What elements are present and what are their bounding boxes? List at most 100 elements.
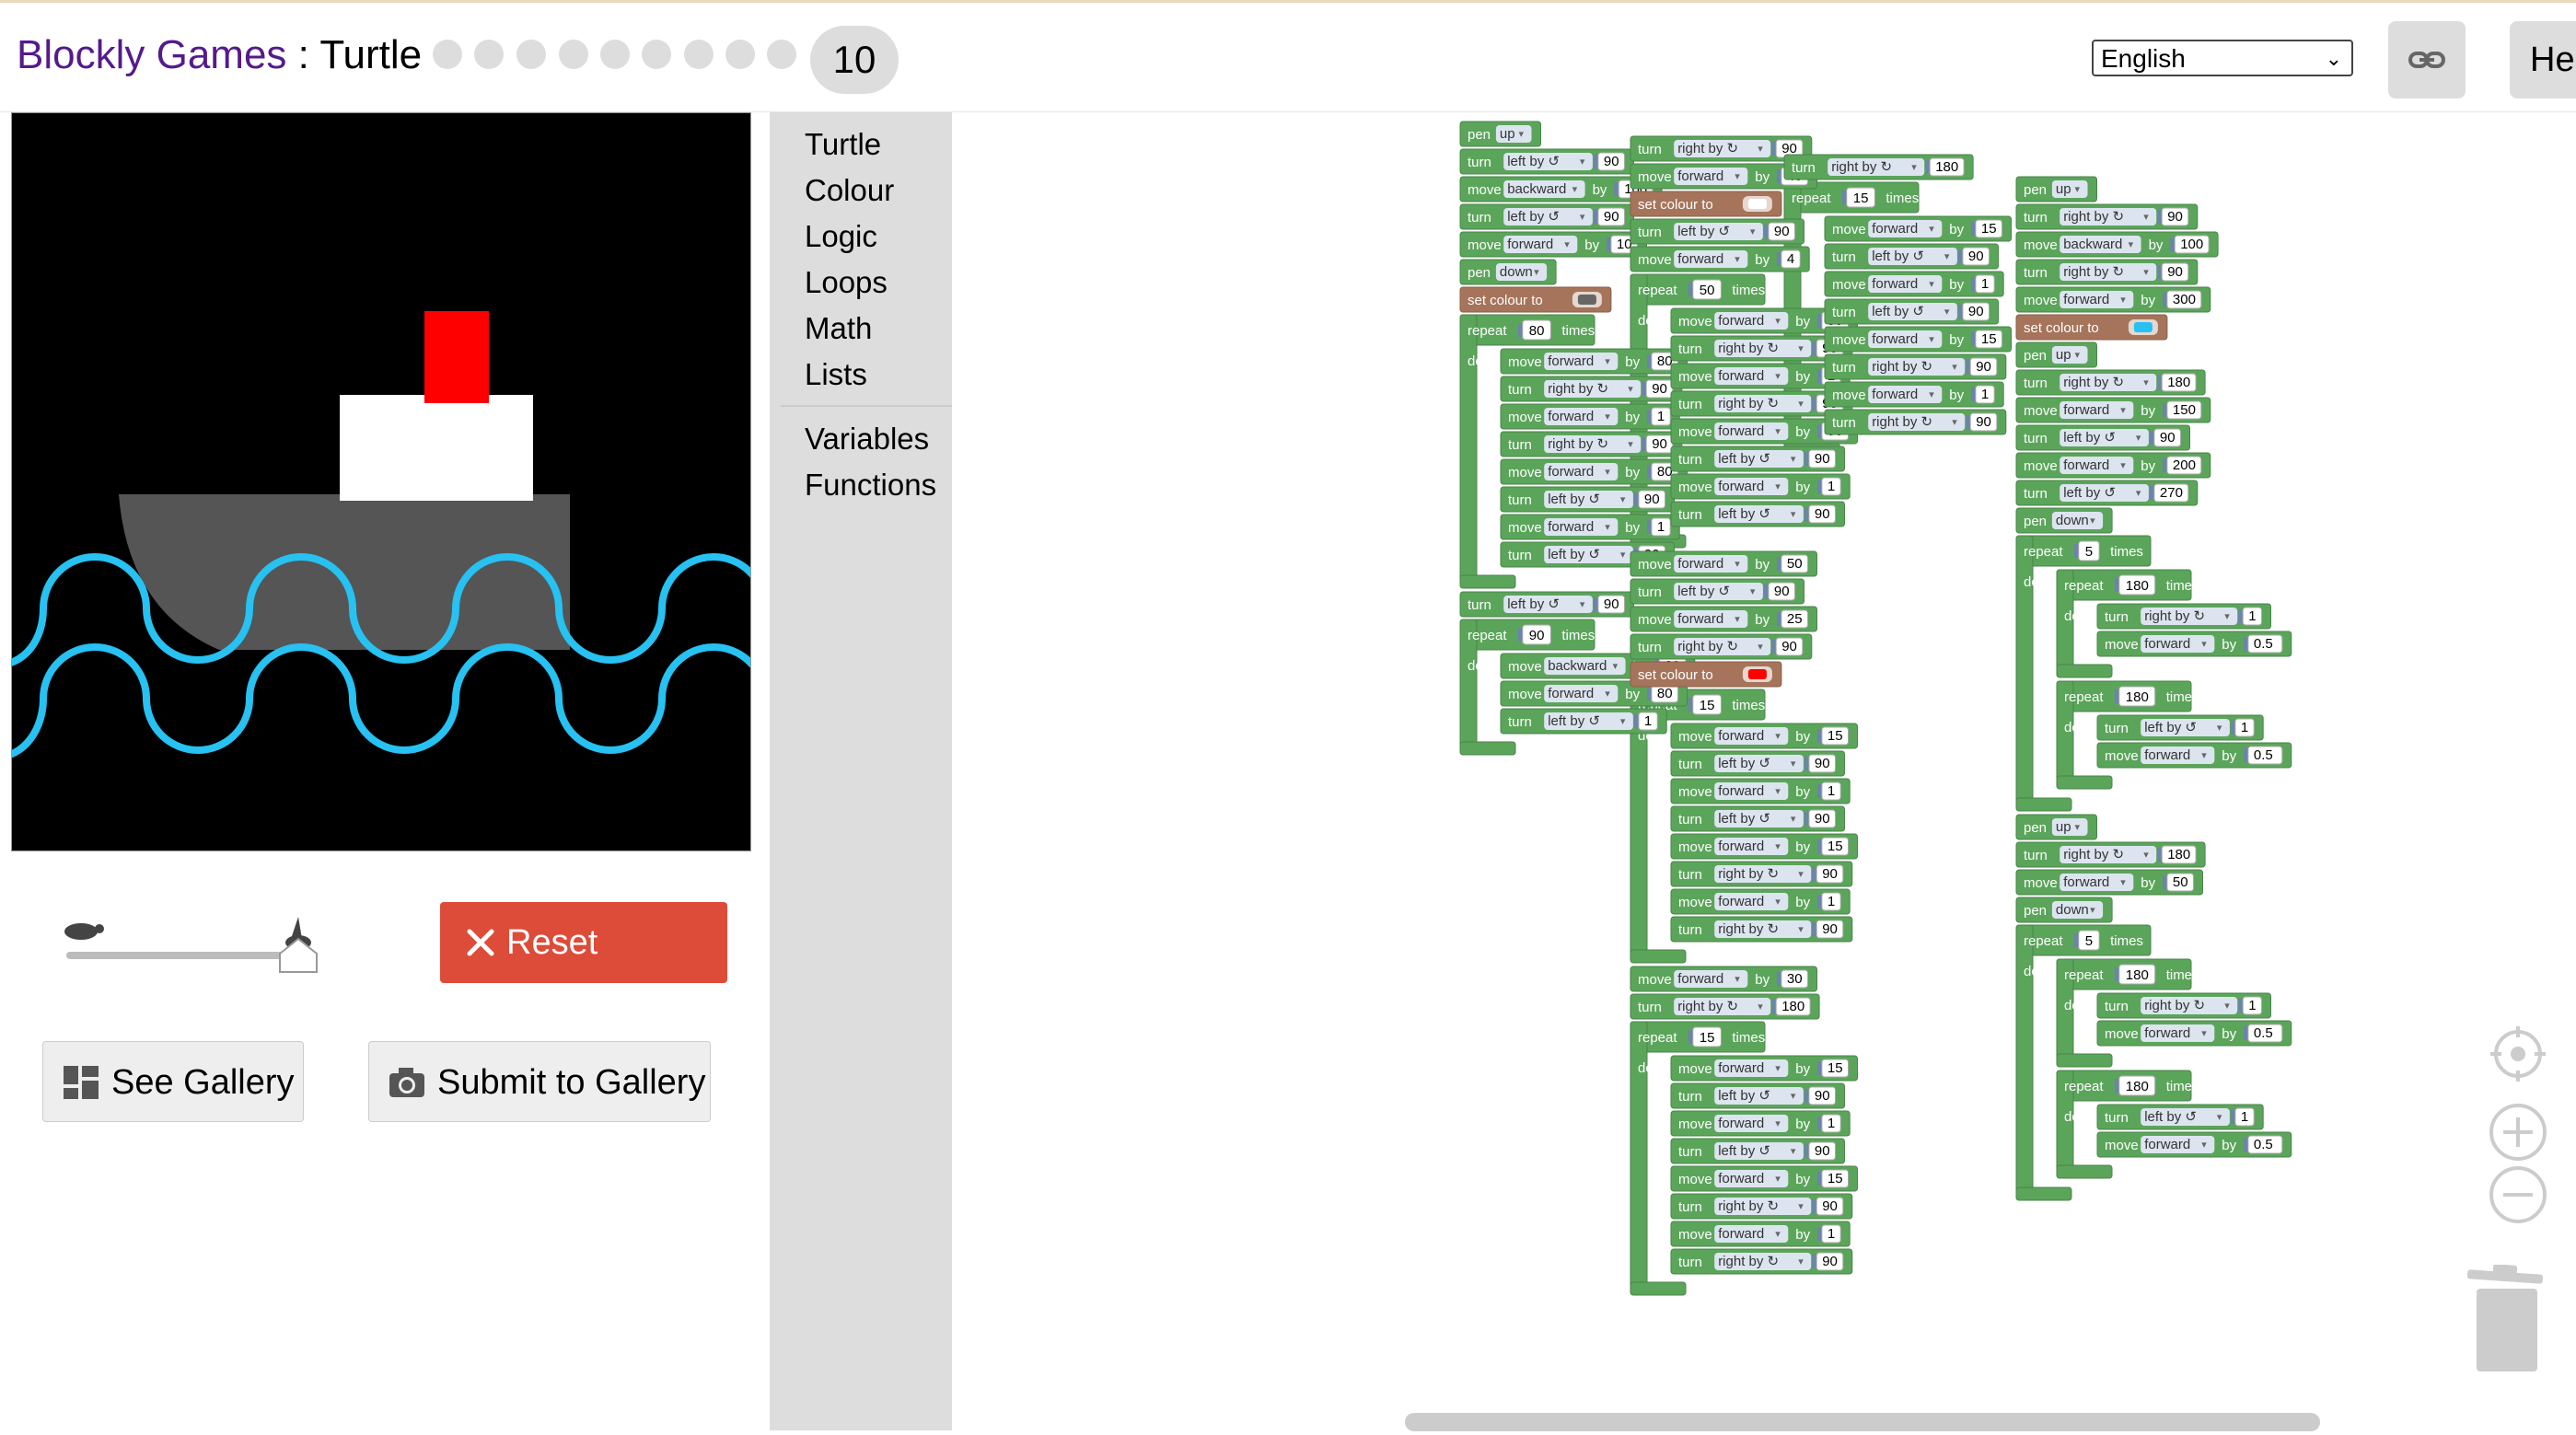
- move-block[interactable]: moveforward▾by1: [1500, 403, 1680, 430]
- pen-block[interactable]: pen up ▾: [1459, 121, 1541, 147]
- help-button[interactable]: Help: [2510, 21, 2576, 98]
- turn-block[interactable]: turn left by ↺ ▾ 90: [1459, 203, 1634, 230]
- move-block[interactable]: move forward ▾ by 50: [2015, 869, 2203, 896]
- toolbox-turtle[interactable]: Turtle: [805, 127, 881, 162]
- move-block[interactable]: move forward ▾ by 15: [1824, 326, 2012, 353]
- turn-block[interactable]: turn left by ↺ ▾ 90: [1670, 750, 1845, 777]
- toolbox-colour[interactable]: Colour: [805, 173, 894, 208]
- pen-block[interactable]: pen down ▾: [2015, 897, 2113, 923]
- turn-block[interactable]: turn right by ↻ ▾ 90: [1670, 916, 1853, 943]
- turn-block[interactable]: turn left by ↺ ▾ 90: [2015, 424, 2190, 451]
- move-block[interactable]: move forward ▾ by 200: [2015, 452, 2211, 479]
- move-block[interactable]: move forward ▾ by 80: [1500, 458, 1688, 485]
- turn-block[interactable]: turn right by ↻ ▾ 180: [1630, 993, 1820, 1020]
- move-block[interactable]: move forward ▾ by 10: [1459, 231, 1647, 258]
- pen-block[interactable]: pen down ▾: [1459, 259, 1557, 285]
- colour-swatch[interactable]: [1747, 669, 1767, 679]
- toolbox-logic[interactable]: Logic: [805, 219, 877, 254]
- speed-slider[interactable]: [61, 911, 328, 976]
- turn-block[interactable]: turn left by ↺ ▾ 1: [2096, 1104, 2264, 1130]
- colour-swatch[interactable]: [1577, 295, 1596, 305]
- move-block[interactable]: move forward ▾ by 0.5: [2096, 1131, 2292, 1158]
- move-block[interactable]: move forward ▾ by 150: [2015, 397, 2211, 423]
- toolbox-variables[interactable]: Variables: [805, 422, 929, 457]
- link-button[interactable]: [2388, 21, 2466, 98]
- language-select[interactable]: English ⌄: [2092, 40, 2353, 76]
- turn-block[interactable]: turn right by ↻ ▾ 90: [1824, 353, 2007, 380]
- reset-button[interactable]: Reset: [440, 902, 727, 983]
- toolbox-lists[interactable]: Lists: [805, 357, 867, 392]
- turn-block[interactable]: turn left by ↺ ▾ 90: [1630, 578, 1804, 605]
- zoom-in-icon[interactable]: [2488, 1102, 2548, 1163]
- turn-block[interactable]: turn right by ↻ ▾ 1: [2096, 992, 2271, 1019]
- turn-block[interactable]: turn left by ↺ ▾ 90: [1459, 591, 1634, 618]
- level-2-dot[interactable]: [474, 40, 504, 69]
- move-block[interactable]: moveforward▾by1: [1824, 381, 2004, 408]
- zoom-out-icon[interactable]: [2488, 1164, 2548, 1225]
- move-block[interactable]: moveforward▾by1: [1670, 1221, 1851, 1247]
- move-block[interactable]: moveforward▾by1: [1670, 778, 1851, 804]
- turn-block[interactable]: turn left by ↺ ▾ 90: [1824, 243, 1999, 270]
- move-block[interactable]: move forward ▾ by 30: [1630, 966, 1817, 992]
- turn-block[interactable]: turn right by ↻ ▾ 90: [1824, 409, 2007, 435]
- toolbox-loops[interactable]: Loops: [805, 265, 888, 300]
- level-7-dot[interactable]: [684, 40, 714, 69]
- turn-block[interactable]: turn left by ↺ ▾ 90: [1630, 218, 1804, 245]
- level-4-dot[interactable]: [559, 40, 588, 69]
- toolbox-functions[interactable]: Functions: [805, 468, 936, 503]
- move-block[interactable]: move forward ▾ by 0.5: [2096, 631, 2292, 657]
- move-block[interactable]: move backward ▾ by 100: [2015, 231, 2219, 258]
- see-gallery-button[interactable]: See Gallery: [42, 1041, 304, 1122]
- move-block[interactable]: moveforward▾by1: [1824, 271, 2004, 297]
- turn-block[interactable]: turn right by ↻ ▾ 180: [2015, 841, 2206, 868]
- blocks-workspace[interactable]: repeat 5 times do repeat 180 times do repeat 180 t…: [952, 112, 2576, 1430]
- move-block[interactable]: move forward ▾ by 15: [1670, 723, 1858, 749]
- turn-block[interactable]: turn right by ↻ ▾ 90: [1670, 1248, 1853, 1275]
- turn-block[interactable]: turn right by ↻ ▾ 180: [1783, 154, 1974, 180]
- turn-block[interactable]: turn left by ↺ ▾ 90: [1500, 486, 1675, 513]
- set-colour-block[interactable]: set colour to: [1630, 191, 1782, 217]
- level-1-dot[interactable]: [433, 40, 462, 69]
- turn-block[interactable]: turn left by ↺ ▾ 1: [1500, 708, 1667, 735]
- turn-block[interactable]: turn left by ↺ ▾ 1: [2096, 714, 2264, 741]
- move-block[interactable]: move forward ▾ by 50: [1630, 550, 1817, 577]
- turn-block[interactable]: turn right by ↻ ▾ 90: [2015, 259, 2199, 285]
- turn-block[interactable]: turn left by ↺ ▾ 90: [1670, 805, 1845, 832]
- level-3-dot[interactable]: [516, 40, 546, 69]
- recenter-icon[interactable]: [2488, 1024, 2548, 1084]
- set-colour-block[interactable]: set colour to: [2015, 314, 2168, 341]
- move-block[interactable]: move forward ▾ by 0.5: [2096, 742, 2292, 769]
- turn-block[interactable]: turn left by ↺ ▾ 90: [1824, 298, 1999, 325]
- set-colour-block[interactable]: set colour to: [1630, 661, 1782, 688]
- turn-block[interactable]: turn left by ↺ ▾ 90: [1670, 446, 1845, 472]
- turn-block[interactable]: turn left by ↺ ▾ 90: [1670, 1138, 1845, 1164]
- turn-block[interactable]: turn left by ↺ ▾ 90: [1670, 1082, 1845, 1109]
- colour-swatch[interactable]: [1747, 199, 1767, 209]
- level-9-dot[interactable]: [767, 40, 796, 69]
- pen-block[interactable]: pen up ▾: [2015, 176, 2097, 203]
- move-block[interactable]: move forward ▾ by 0.5: [2096, 1020, 2292, 1047]
- pen-block[interactable]: pen up ▾: [2015, 814, 2097, 840]
- move-block[interactable]: move forward ▾ by 15: [1670, 1165, 1858, 1192]
- blocks-canvas[interactable]: repeat 5 timesdorepeat 180 timesdorepeat 180 t…: [952, 112, 2576, 1430]
- move-block[interactable]: moveforward▾by1: [1670, 1110, 1851, 1137]
- move-block[interactable]: moveforward▾by1: [1670, 363, 1851, 389]
- blockly-games-link[interactable]: Blockly Games: [17, 32, 286, 77]
- turn-block[interactable]: turn right by ↻ ▾ 90: [1670, 861, 1853, 887]
- turn-block[interactable]: turn right by ↻ ▾ 180: [2015, 369, 2206, 396]
- submit-gallery-button[interactable]: Submit to Gallery: [368, 1041, 711, 1122]
- move-block[interactable]: move forward ▾ by 25: [1630, 606, 1817, 632]
- level-8-dot[interactable]: [725, 40, 755, 69]
- level-5-dot[interactable]: [600, 40, 630, 69]
- set-colour-block[interactable]: set colour to: [1459, 286, 1612, 313]
- turn-block[interactable]: turn left by ↺ ▾ 270: [2015, 480, 2199, 506]
- pen-block[interactable]: pen down ▾: [2015, 507, 2113, 534]
- turn-block[interactable]: turn left by ↺ ▾ 90: [1670, 501, 1845, 527]
- turn-block[interactable]: turn right by ↻ ▾ 90: [2015, 203, 2199, 230]
- turn-block[interactable]: turn right by ↻ ▾ 90: [1500, 376, 1683, 402]
- move-block[interactable]: move forward ▾ by 80: [1500, 348, 1688, 375]
- turn-block[interactable]: turn right by ↻ ▾ 90: [1500, 431, 1683, 457]
- trash-icon[interactable]: [2466, 1265, 2545, 1373]
- move-block[interactable]: move forward ▾ by 15: [1670, 833, 1858, 860]
- colour-swatch[interactable]: [2133, 322, 2152, 332]
